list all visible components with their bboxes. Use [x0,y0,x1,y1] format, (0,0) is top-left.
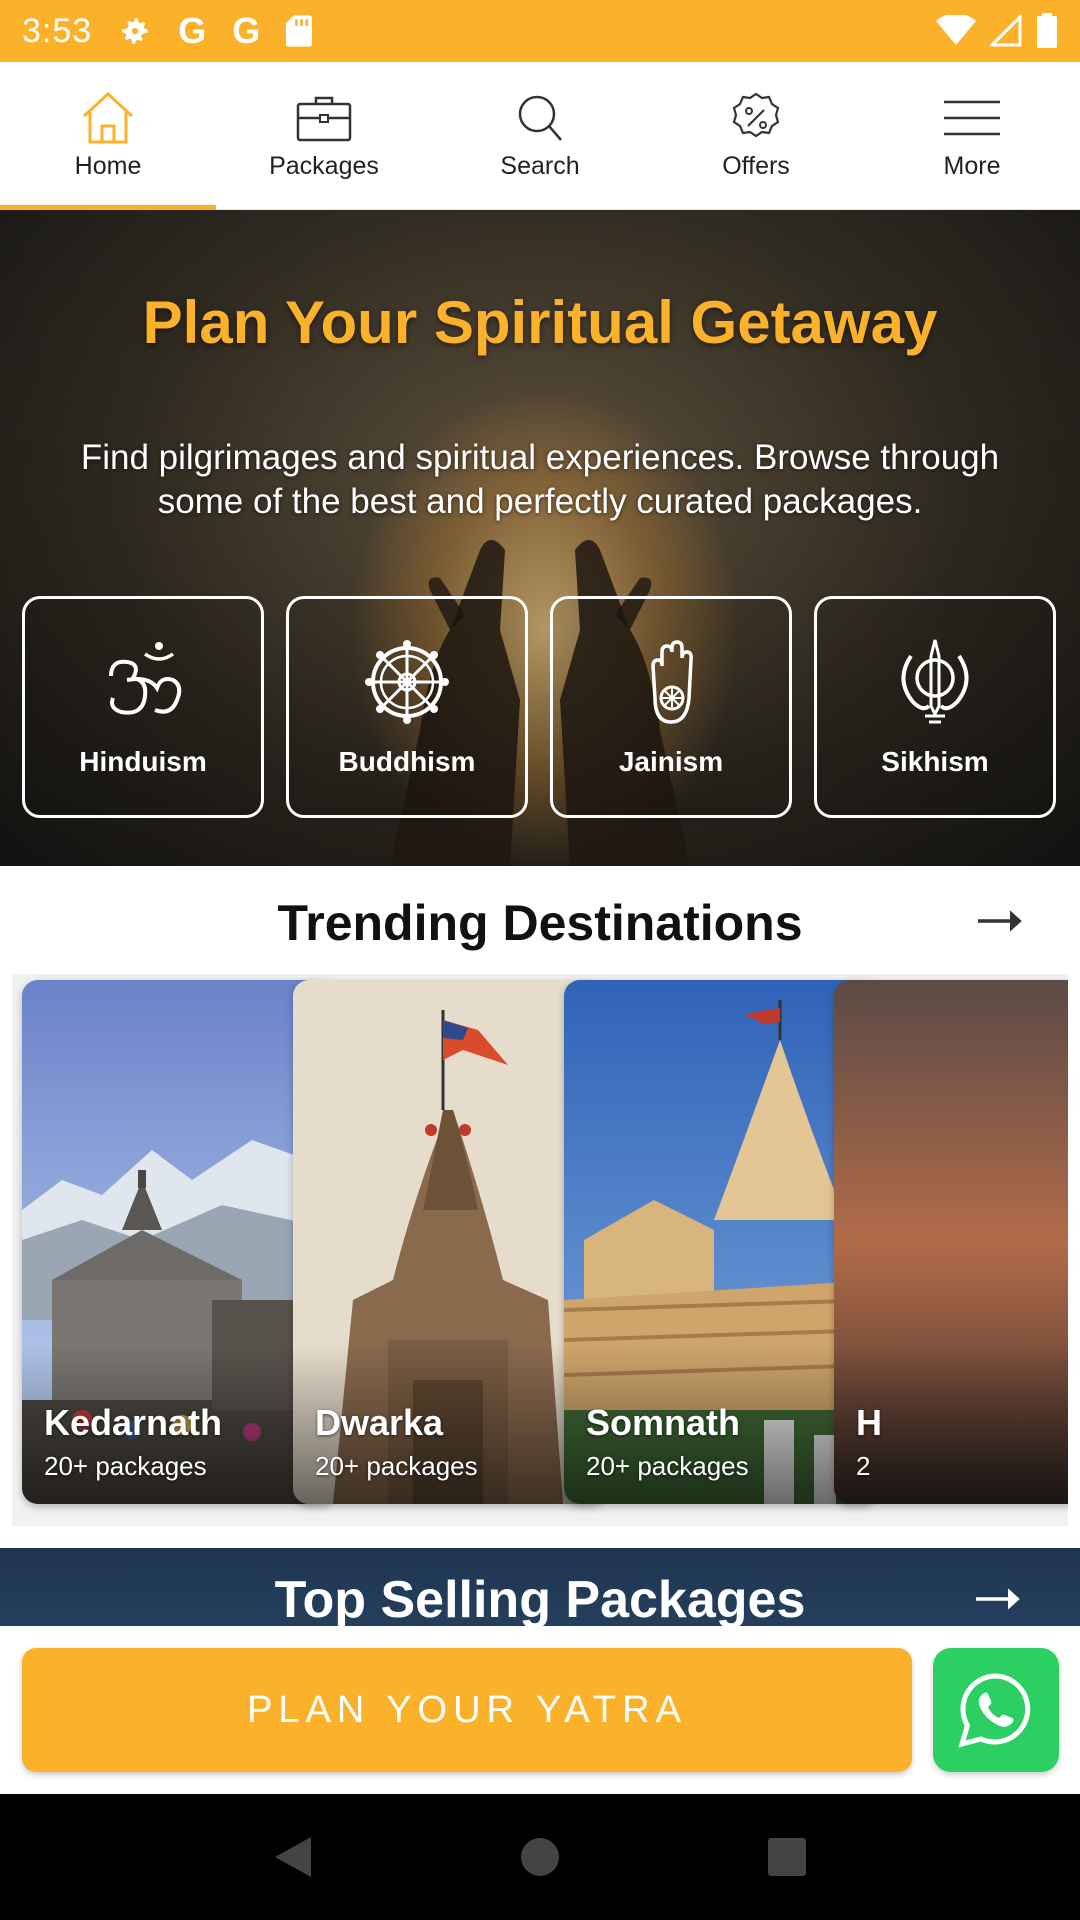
home-icon [82,91,134,144]
religion-label: Jainism [618,746,724,777]
destination-package-count: 20+ packages [44,1451,207,1481]
whatsapp-button[interactable] [933,1648,1059,1772]
religion-label: Sikhism [881,746,989,777]
arrow-right-icon[interactable] [974,1586,1022,1612]
back-button[interactable] [268,1832,318,1882]
system-nav-bar [0,1794,1080,1920]
tab-more-label: More [943,152,1001,180]
destination-card-kedarnath[interactable]: Kedarnath 20+ packages [22,980,336,1504]
religion-filters: Hinduism Buddhism Jainism Sikhism [22,596,1058,818]
cta-bar: PLAN YOUR YATRA [0,1626,1080,1794]
home-button[interactable] [515,1832,565,1882]
tab-packages-label: Packages [269,152,379,180]
religion-label: Hinduism [79,746,207,777]
religion-card-buddhism[interactable]: Buddhism [286,596,528,818]
religion-card-hinduism[interactable]: Hinduism [22,596,264,818]
top-selling-title: Top Selling Packages [274,1571,806,1626]
destinations-carousel[interactable]: Kedarnath 20+ packages Dwarka 20+ packag… [12,974,1068,1526]
google-icon: G [178,10,207,51]
tab-search-label: Search [500,152,580,180]
destination-card-dwarka[interactable]: Dwarka 20+ packages [293,980,607,1504]
religion-card-sikhism[interactable]: Sikhism [814,596,1056,818]
recents-button[interactable] [762,1832,812,1882]
religion-label: Buddhism [338,746,476,777]
trending-title: Trending Destinations [277,895,803,951]
religion-card-jainism[interactable]: Jainism [550,596,792,818]
destination-name: Dwarka [315,1402,444,1443]
destination-name: Kedarnath [44,1402,223,1443]
top-nav: Home Packages Search Offers More [0,62,1080,210]
destination-name: H [856,1402,882,1443]
destination-package-count: 2 [856,1451,871,1481]
om-icon [109,642,182,715]
khanda-icon [901,639,969,724]
tab-more[interactable]: More [864,62,1080,209]
back-triangle-icon [275,1837,312,1877]
recents-square-icon [767,1838,806,1876]
signal-icon [990,15,1022,47]
google-icon: G [232,10,261,51]
tab-home[interactable]: Home [0,62,216,210]
gear-icon [122,18,148,44]
whatsapp-icon [958,1673,1031,1748]
destination-name: Somnath [586,1402,741,1443]
tab-packages[interactable]: Packages [216,62,432,209]
hero-title: Plan Your Spiritual Getaway [142,289,938,356]
tab-home-label: Home [74,152,142,180]
home-circle-icon [520,1838,559,1876]
hero-banner: Plan Your Spiritual Getaway Find pilgrim… [0,210,1080,866]
trending-header: Trending Destinations [0,866,1080,976]
top-selling-section: Top Selling Packages [0,1548,1080,1626]
discount-badge-icon [732,92,780,138]
battery-icon [1037,13,1057,48]
destination-card-partial[interactable]: H 2 [834,980,1068,1504]
tab-search[interactable]: Search [432,62,648,209]
destination-package-count: 20+ packages [586,1451,749,1481]
wifi-icon [936,15,976,45]
destination-card-somnath[interactable]: Somnath 20+ packages [564,980,878,1504]
status-time: 3:53 [22,11,93,50]
destination-package-count: 20+ packages [315,1451,478,1481]
tab-offers-label: Offers [722,152,790,180]
jain-hand-icon [651,640,693,724]
plan-yatra-button[interactable]: PLAN YOUR YATRA [22,1648,912,1772]
search-icon [518,95,562,141]
tab-offers[interactable]: Offers [648,62,864,209]
arrow-right-icon[interactable] [976,908,1024,934]
status-bar: 3:53 G G [0,0,1080,62]
sd-card-icon [286,15,313,47]
hero-subtitle: Find pilgrimages and spiritual experienc… [80,438,1000,521]
briefcase-icon [296,96,352,142]
dharma-wheel-icon [365,640,449,724]
menu-icon [944,100,1000,136]
